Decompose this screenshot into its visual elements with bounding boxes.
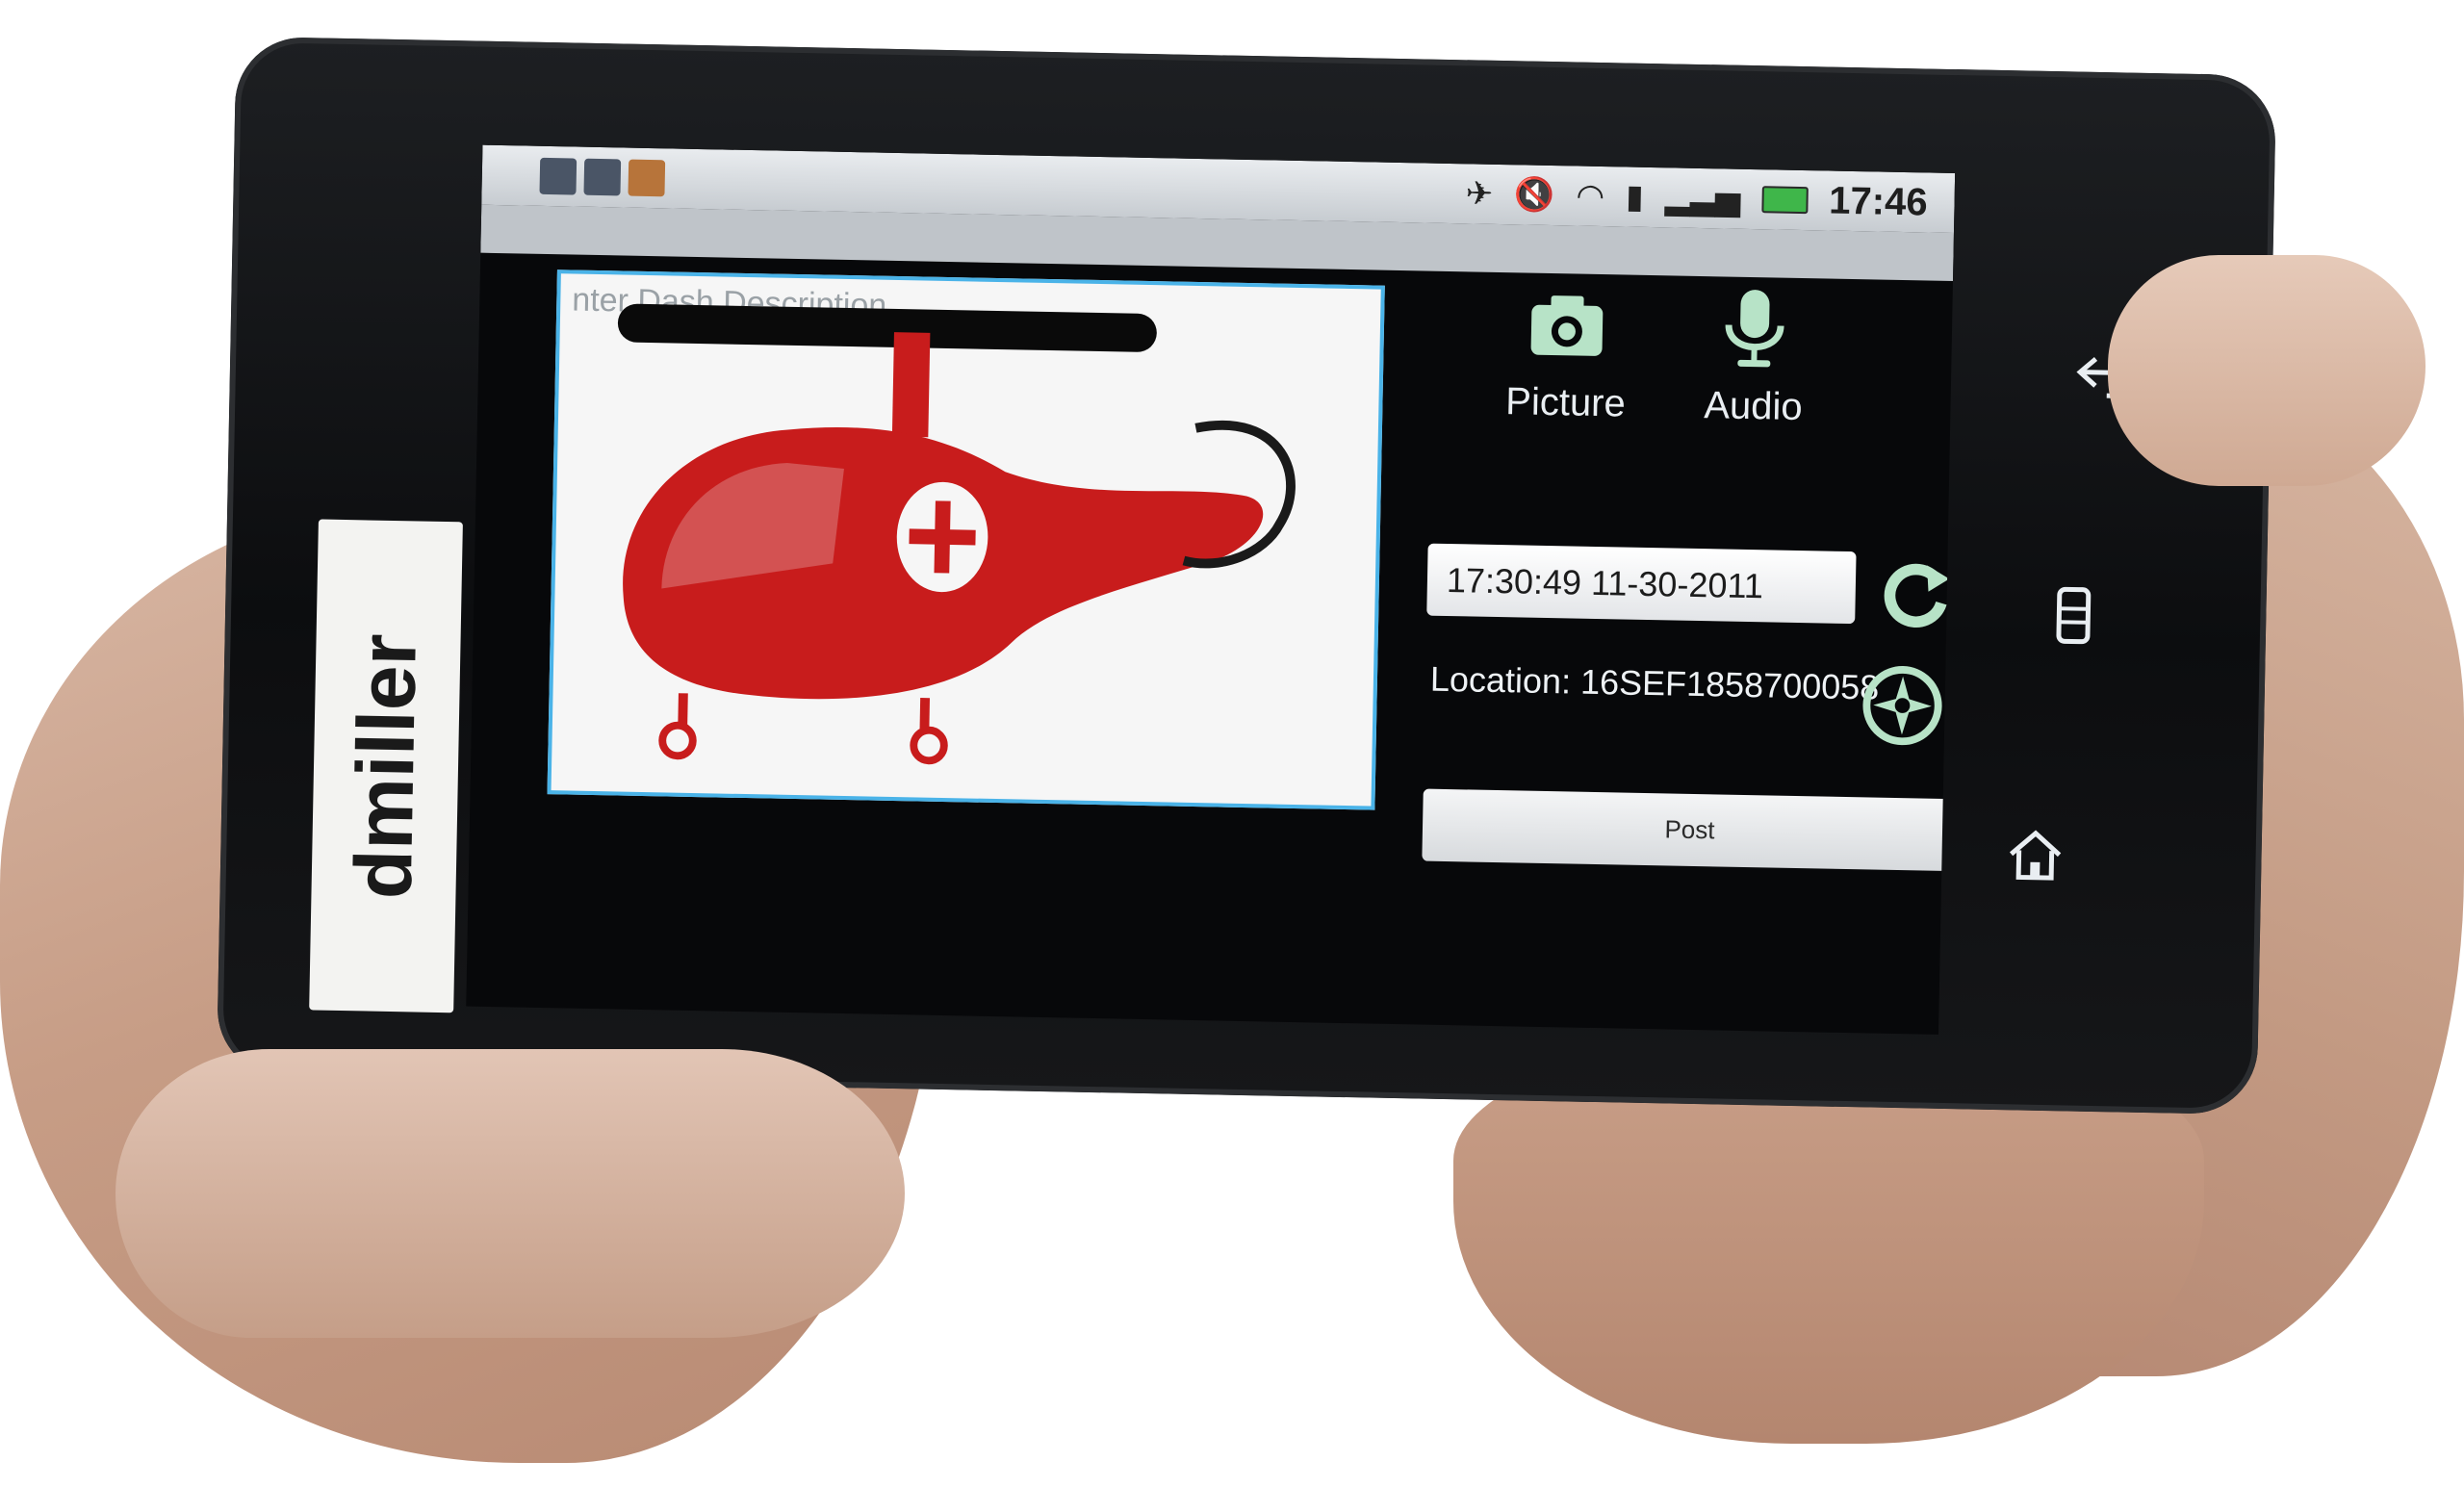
- refresh-icon[interactable]: [1879, 557, 1955, 633]
- picture-button[interactable]: Picture: [1469, 279, 1664, 426]
- timestamp-value: 17:30:49 11-30-2011: [1446, 559, 1764, 605]
- satellite-icon: ✈: [1465, 174, 1494, 214]
- microphone-icon: [1725, 290, 1784, 368]
- timestamp-field[interactable]: 17:30:49 11-30-2011: [1426, 543, 1857, 625]
- left-thumb: [116, 1049, 905, 1338]
- status-clock: 17:46: [1828, 179, 1929, 224]
- post-button[interactable]: Post: [1422, 788, 1956, 872]
- description-input[interactable]: nter Dash Description: [547, 269, 1385, 810]
- phone-device: dmiller ✈ 🔇 ◠ ▮ ▂▃▅ 17:46 nter Dash Desc…: [216, 36, 2277, 1115]
- name-sticker: dmiller: [309, 519, 463, 1013]
- name-sticker-text: dmiller: [337, 632, 434, 900]
- post-label: Post: [1664, 814, 1715, 845]
- signal-icon: ▂▃▅: [1664, 178, 1741, 218]
- wifi-icon: ◠: [1576, 176, 1605, 217]
- audio-label: Audio: [1703, 384, 1804, 429]
- audio-button[interactable]: Audio: [1661, 283, 1847, 430]
- helicopter-drawing: [623, 332, 1296, 765]
- menu-icon[interactable]: [2040, 581, 2108, 650]
- notification-icon: [539, 157, 578, 195]
- notification-icon: [583, 158, 622, 196]
- battery-icon: [1761, 186, 1809, 215]
- notification-icons: [539, 157, 666, 197]
- compass-icon[interactable]: [1860, 662, 1946, 749]
- sd-card-icon: ▮: [1625, 177, 1645, 217]
- location-text: Location: 16SEF1858700058: [1429, 658, 1880, 707]
- picture-label: Picture: [1504, 380, 1627, 425]
- phone-screen: ✈ 🔇 ◠ ▮ ▂▃▅ 17:46 nter Dash Description: [466, 144, 1956, 1035]
- right-thumb: [2108, 255, 2426, 486]
- home-icon[interactable]: [2001, 821, 2069, 889]
- mute-icon: 🔇: [1513, 175, 1555, 216]
- fox-icon: [628, 159, 666, 197]
- camera-icon: [1530, 295, 1604, 356]
